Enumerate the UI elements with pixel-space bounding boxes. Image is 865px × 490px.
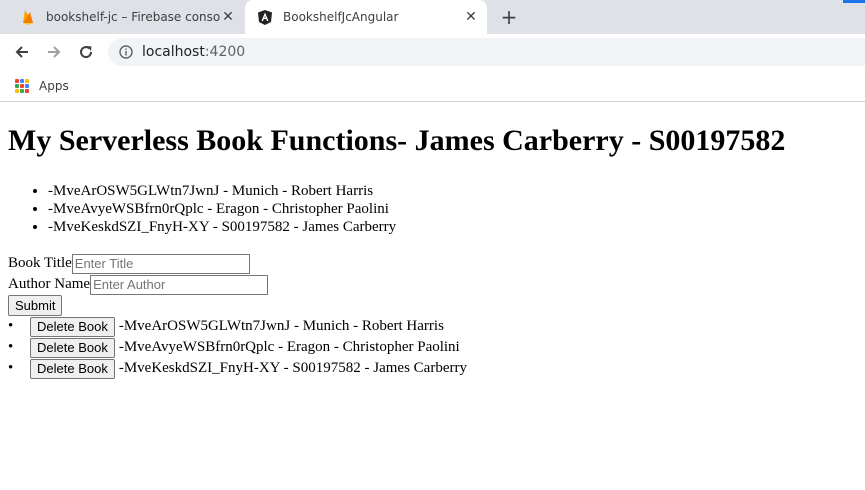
book-entry: -MveAvyeWSBfrn0rQplc - Eragon - Christop…	[118, 339, 460, 355]
forward-button[interactable]	[42, 40, 66, 64]
book-title-input[interactable]	[71, 253, 250, 274]
list-item: Delete Book -MveAvyeWSBfrn0rQplc - Erago…	[8, 337, 467, 358]
bookmarks-bar: Apps	[0, 70, 865, 102]
close-icon[interactable]: ✕	[463, 9, 479, 25]
tab-bookshelf-angular[interactable]: BookshelfJcAngular ✕	[245, 0, 487, 34]
back-arrow-icon	[15, 46, 28, 58]
page-content: My Serverless Book Functions- James Carb…	[0, 102, 865, 490]
page-title: My Serverless Book Functions- James Carb…	[8, 124, 786, 157]
browser-toolbar: localhost:4200	[0, 34, 865, 70]
list-item: Delete Book -MveKeskdSZI_FnyH-XY - S0019…	[8, 358, 467, 379]
url-host: localhost	[142, 44, 205, 60]
book-entry: -MveArOSW5GLWtn7JwnJ - Munich - Robert H…	[118, 318, 444, 334]
submit-button[interactable]: Submit	[8, 295, 63, 316]
close-icon[interactable]: ✕	[220, 9, 236, 25]
delete-book-button[interactable]: Delete Book	[30, 358, 115, 379]
tab-firebase-console[interactable]: bookshelf-jc – Firebase console ✕	[8, 0, 244, 34]
apps-grid-icon	[15, 78, 29, 93]
book-list: -MveArOSW5GLWtn7JwnJ - Munich - Robert H…	[8, 182, 396, 236]
angular-icon	[257, 9, 273, 25]
window-accent	[843, 0, 865, 3]
list-item: -MveArOSW5GLWtn7JwnJ - Munich - Robert H…	[48, 182, 396, 200]
bookmark-apps[interactable]: Apps	[15, 78, 69, 93]
list-item: -MveKeskdSZI_FnyH-XY - S00197582 - James…	[48, 218, 396, 236]
forward-arrow-icon	[48, 46, 61, 58]
author-name-input[interactable]	[90, 274, 269, 295]
new-tab-button[interactable]: +	[498, 7, 520, 27]
bookmark-label: Apps	[39, 78, 69, 93]
author-name-label: Author Name	[8, 276, 91, 292]
reload-button[interactable]	[74, 40, 98, 64]
list-item: -MveAvyeWSBfrn0rQplc - Eragon - Christop…	[48, 200, 396, 218]
add-book-form: Book Title Author Name Submit	[8, 253, 269, 316]
url-text: localhost:4200	[142, 44, 245, 60]
delete-book-list: Delete Book -MveArOSW5GLWtn7JwnJ - Munic…	[8, 316, 467, 379]
delete-book-button[interactable]: Delete Book	[30, 337, 115, 358]
tab-strip: bookshelf-jc – Firebase console ✕ Booksh…	[0, 0, 865, 34]
book-entry: -MveKeskdSZI_FnyH-XY - S00197582 - James…	[118, 360, 467, 376]
url-port: :4200	[204, 44, 246, 60]
tab-title: BookshelfJcAngular	[283, 10, 399, 24]
delete-book-button[interactable]: Delete Book	[30, 316, 115, 337]
info-icon[interactable]	[118, 44, 134, 60]
list-item: Delete Book -MveArOSW5GLWtn7JwnJ - Munic…	[8, 316, 467, 337]
tab-title: bookshelf-jc – Firebase console	[46, 10, 220, 24]
book-title-label: Book Title	[8, 255, 72, 271]
firebase-icon	[20, 9, 36, 25]
address-bar[interactable]: localhost:4200	[108, 38, 865, 66]
reload-icon	[80, 46, 93, 59]
back-button[interactable]	[10, 40, 34, 64]
